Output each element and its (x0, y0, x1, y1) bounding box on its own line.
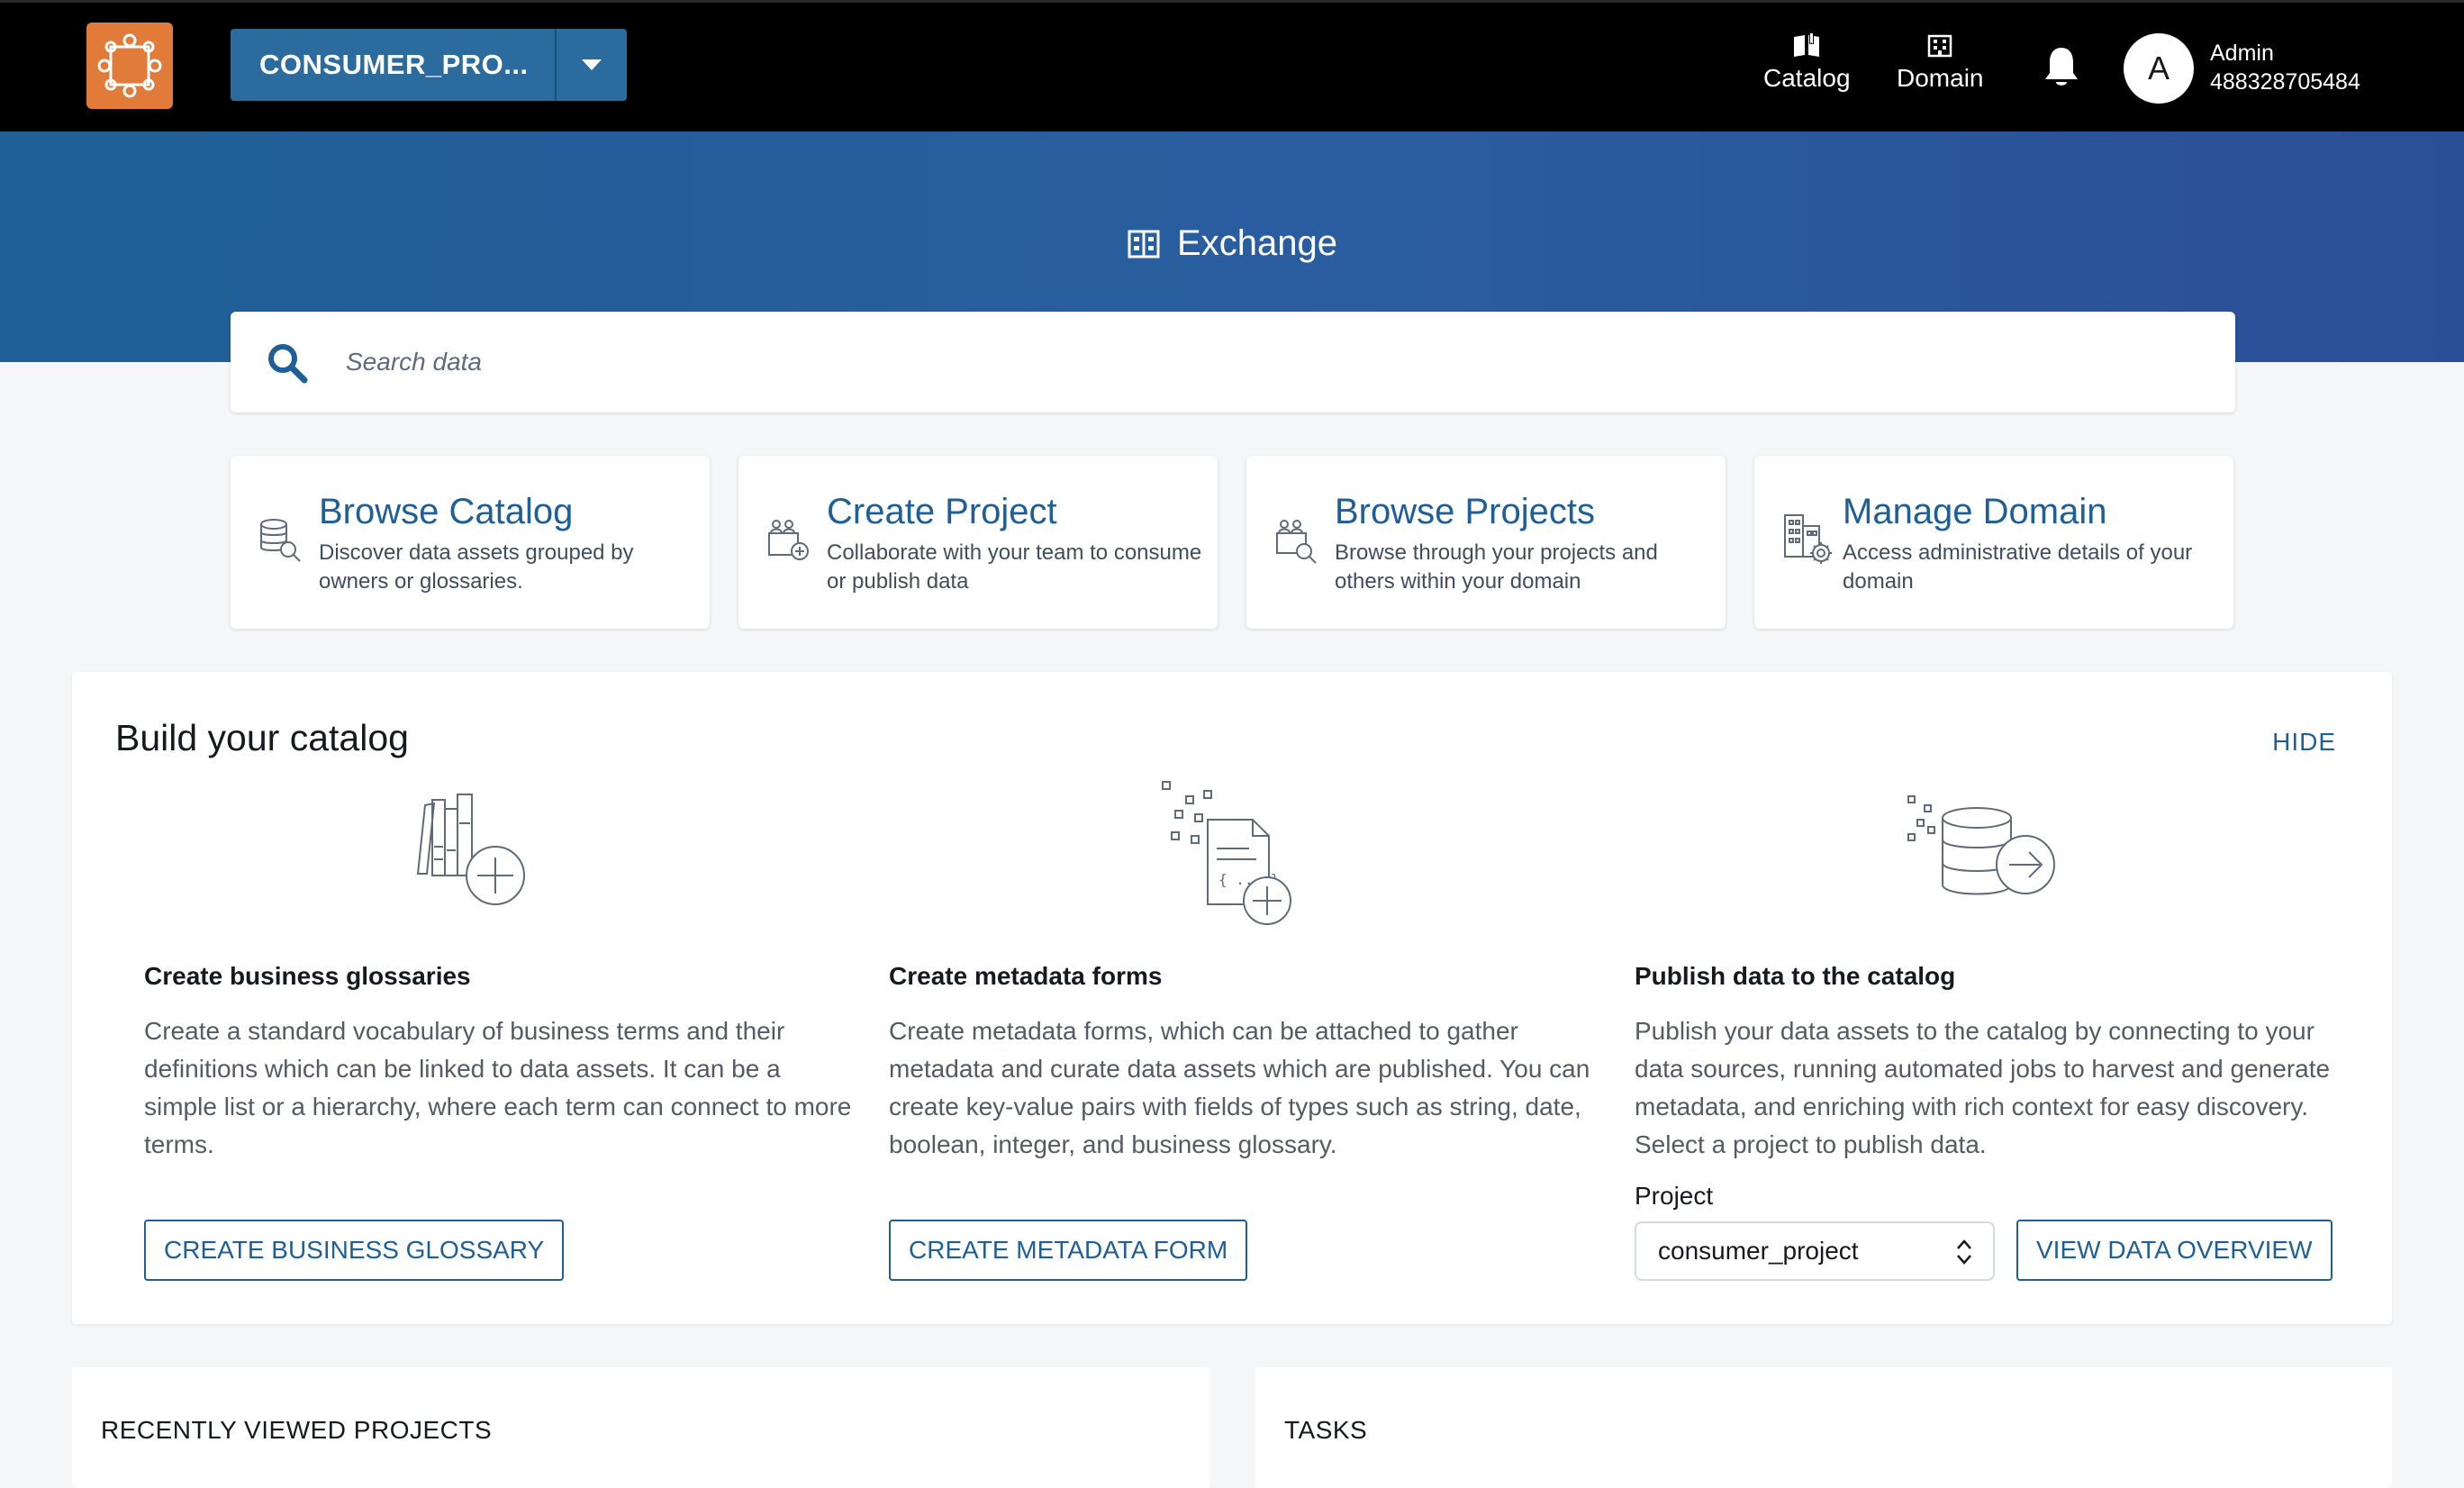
project-field-label: Project (1635, 1182, 1714, 1210)
card-title[interactable]: Create Project (827, 492, 1057, 532)
card-create-project[interactable]: Create Project Collaborate with your tea… (738, 456, 1218, 629)
recently-viewed-projects-title: RECENTLY VIEWED PROJECTS (101, 1416, 493, 1444)
search-icon (268, 344, 308, 384)
user-name: Admin (2210, 41, 2274, 66)
build-catalog-title: Build your catalog (115, 717, 409, 758)
page-title: Exchange (0, 223, 2464, 264)
card-manage-domain[interactable]: Manage Domain Access administrative deta… (1754, 456, 2233, 629)
card-title[interactable]: Manage Domain (1843, 492, 2107, 532)
browse-projects-icon (1276, 520, 1317, 564)
card-description: Collaborate with your team to consume or… (827, 540, 1202, 594)
search-bar (231, 312, 2235, 413)
tasks-panel: TASKS (1255, 1367, 2392, 1488)
search-input[interactable] (346, 337, 2183, 387)
metadata-forms-heading: Create metadata forms (889, 962, 1163, 990)
exchange-building-icon (1128, 230, 1160, 258)
top-navigation-bar: CONSUMER_PRO... Catalog Domain A Admin 4… (0, 0, 2464, 132)
metadata-forms-description: Create metadata forms, which can be atta… (889, 1017, 1590, 1158)
app-logo[interactable] (86, 23, 173, 109)
manage-domain-icon (1784, 514, 1832, 564)
project-select-value: consumer_project (1658, 1237, 1859, 1265)
metadata-form-plus-icon: { ... } (1162, 781, 1291, 925)
books-plus-icon (416, 794, 525, 905)
view-data-overview-button[interactable]: VIEW DATA OVERVIEW (2016, 1220, 2333, 1281)
catalog-icon (1794, 33, 1820, 57)
nav-domain-label: Domain (1897, 64, 1984, 92)
create-project-icon (768, 520, 809, 560)
card-browse-catalog[interactable]: Browse Catalog Discover data assets grou… (231, 456, 710, 629)
notifications-button[interactable] (2043, 46, 2080, 94)
create-business-glossary-button[interactable]: CREATE BUSINESS GLOSSARY (144, 1220, 565, 1281)
nav-catalog-label: Catalog (1763, 64, 1851, 92)
nav-domain[interactable]: Domain (1897, 33, 1983, 93)
caret-down-icon (582, 59, 602, 70)
browse-catalog-icon (260, 519, 301, 562)
project-dropdown-button[interactable] (557, 29, 627, 101)
card-description: Access administrative details of your do… (1843, 540, 2193, 594)
publish-data-description: Publish your data assets to the catalog … (1635, 1017, 2331, 1158)
user-menu[interactable]: Admin 488328705484 (2210, 39, 2360, 96)
card-description: Browse through your projects and others … (1335, 540, 1658, 594)
project-selector[interactable]: CONSUMER_PRO... (231, 29, 627, 101)
avatar[interactable]: A (2124, 33, 2194, 104)
glossary-heading: Create business glossaries (144, 962, 471, 990)
select-updown-icon (1957, 1239, 1971, 1265)
tasks-title: TASKS (1284, 1416, 1368, 1444)
hide-button[interactable]: HIDE (2272, 728, 2336, 757)
page-title-text: Exchange (1177, 223, 1337, 263)
project-select[interactable]: consumer_project (1635, 1221, 1995, 1281)
project-selector-label[interactable]: CONSUMER_PRO... (231, 29, 557, 101)
card-title[interactable]: Browse Projects (1335, 492, 1595, 532)
card-description: Discover data assets grouped by owners o… (319, 540, 634, 594)
domain-icon (1927, 34, 1952, 58)
create-metadata-form-button[interactable]: CREATE METADATA FORM (889, 1220, 1248, 1281)
recently-viewed-projects-panel: RECENTLY VIEWED PROJECTS (72, 1367, 1210, 1488)
bell-icon (2045, 48, 2078, 86)
user-account-id: 488328705484 (2210, 69, 2360, 95)
card-browse-projects[interactable]: Browse Projects Browse through your proj… (1246, 456, 1726, 629)
card-title[interactable]: Browse Catalog (319, 492, 573, 532)
nav-catalog[interactable]: Catalog (1763, 33, 1851, 93)
glossary-description: Create a standard vocabulary of business… (144, 1017, 852, 1158)
logo-icon (97, 33, 162, 98)
database-arrow-icon (1907, 795, 2055, 895)
publish-data-heading: Publish data to the catalog (1635, 962, 1956, 990)
build-catalog-panel: Build your catalog HIDE Create business … (72, 672, 2392, 1324)
